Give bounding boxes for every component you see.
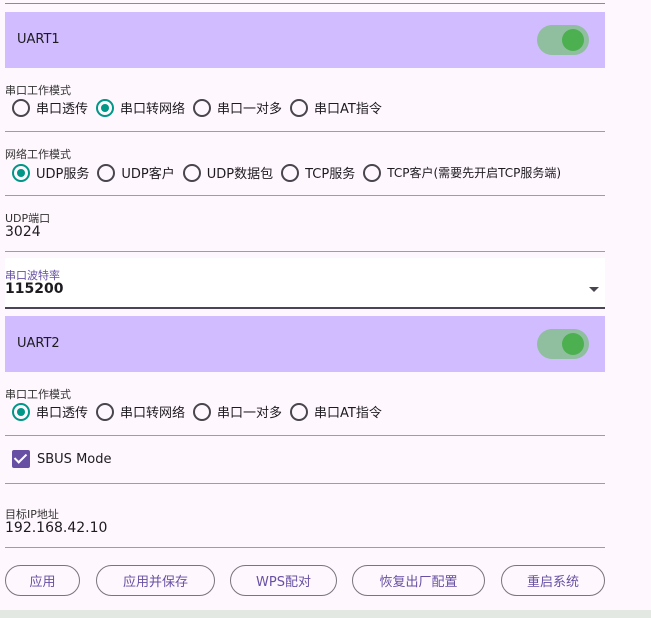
uart2-title: UART2 [17,336,60,351]
uart1-serial-mode-label: 串口工作模式 [5,84,71,97]
divider [5,195,605,196]
divider [5,131,605,132]
apply-button[interactable]: 应用 [5,565,80,596]
select-underline [5,307,605,309]
uart2-serial-mode-option-1[interactable]: 串口转网络 [96,402,185,421]
uart1-network-mode-option-0[interactable]: UDP服务 [12,163,89,182]
baud-rate-value: 115200 [5,281,64,297]
factory-reset-button[interactable]: 恢复出厂配置 [352,565,485,596]
reboot-button[interactable]: 重启系统 [501,565,605,596]
radio-selected-icon [12,163,30,182]
uart2-toggle-knob [562,333,584,355]
top-divider [5,3,605,4]
uart1-toggle-knob [562,29,584,51]
bottom-strip [0,610,651,618]
uart1-serial-mode-option-1[interactable]: 串口转网络 [96,98,185,117]
uart1-serial-mode-option-3[interactable]: 串口AT指令 [290,98,382,117]
uart2-serial-mode-option-2[interactable]: 串口一对多 [193,402,282,421]
udp-port-input[interactable]: 3024 [5,224,41,240]
radio-icon [363,163,382,182]
uart1-network-mode-option-4[interactable]: TCP客户(需要先开启TCP服务端) [363,163,561,182]
uart1-title: UART1 [17,32,60,47]
radio-icon [193,98,212,117]
uart1-network-mode-group: UDP服务 UDP客户 UDP数据包 TCP服务 TCP客户(需要先开启TCP服… [12,163,569,182]
target-ip-input[interactable]: 192.168.42.10 [5,520,107,536]
radio-selected-icon [96,98,115,117]
apply-save-button[interactable]: 应用并保存 [96,565,215,596]
radio-icon [96,402,115,421]
radio-icon [281,163,300,182]
uart1-serial-mode-option-2[interactable]: 串口一对多 [193,98,282,117]
uart1-network-mode-option-1[interactable]: UDP客户 [97,163,175,182]
wps-button[interactable]: WPS配对 [230,565,337,596]
radio-icon [193,402,212,421]
uart2-serial-mode-option-3[interactable]: 串口AT指令 [290,402,382,421]
divider [5,483,605,484]
divider [5,547,605,548]
radio-selected-icon [12,402,30,421]
uart2-serial-mode-label: 串口工作模式 [5,388,71,401]
radio-icon [290,98,309,117]
radio-icon [97,163,116,182]
uart1-serial-mode-option-0[interactable]: 串口透传 [12,98,88,117]
uart1-serial-mode-group: 串口透传 串口转网络 串口一对多 串口AT指令 [12,98,390,117]
uart1-network-mode-option-3[interactable]: TCP服务 [281,163,355,182]
dropdown-arrow-icon [589,287,599,292]
radio-icon [182,163,201,182]
divider [5,435,605,436]
sbus-mode-label: SBUS Mode [37,451,112,467]
uart1-network-mode-label: 网络工作模式 [5,148,71,161]
uart2-serial-mode-option-0[interactable]: 串口透传 [12,402,88,421]
divider [5,251,605,252]
uart1-header: UART1 [5,12,605,68]
uart2-serial-mode-group: 串口透传 串口转网络 串口一对多 串口AT指令 [12,402,390,421]
radio-icon [12,98,30,117]
sbus-mode-checkbox-row[interactable]: SBUS Mode [12,450,112,468]
uart2-toggle[interactable] [537,329,589,359]
uart2-header: UART2 [5,316,605,372]
uart1-toggle[interactable] [537,25,589,55]
uart1-network-mode-option-2[interactable]: UDP数据包 [182,163,273,182]
radio-icon [290,402,309,421]
baud-rate-select[interactable]: 串口波特率 115200 [5,258,605,308]
checkbox-checked-icon[interactable] [12,450,30,468]
